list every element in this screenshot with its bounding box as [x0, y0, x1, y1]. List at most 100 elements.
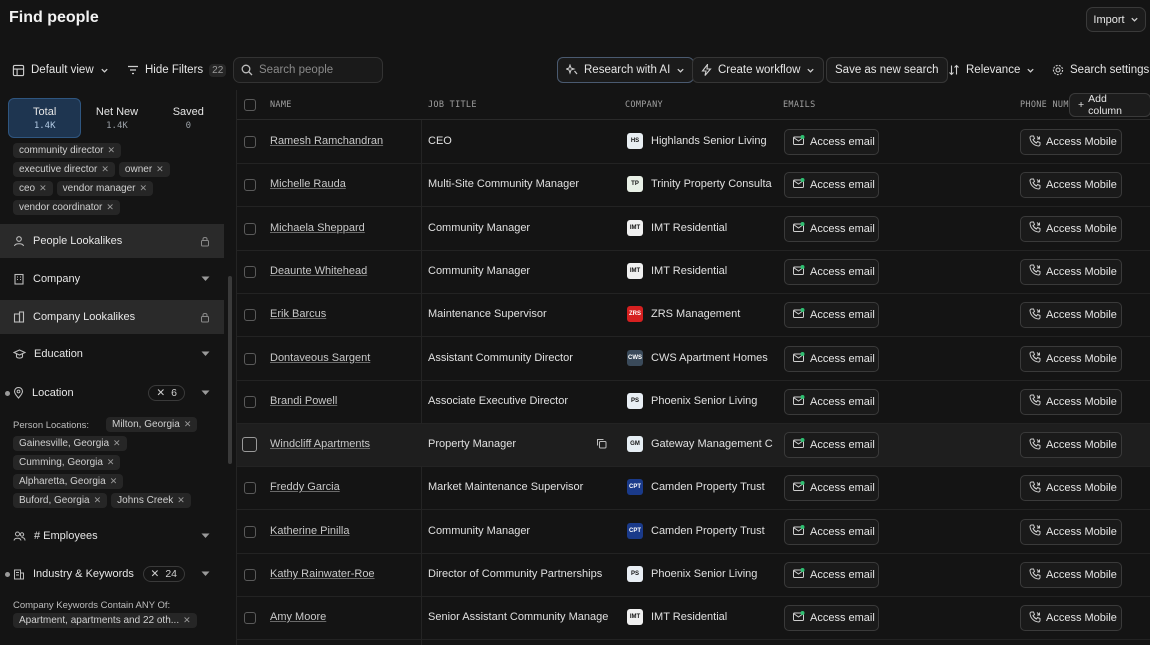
row-checkbox[interactable]	[244, 612, 256, 625]
location-count-pill[interactable]: ✕ 6	[148, 385, 185, 401]
access-email-button[interactable]: Access email	[784, 432, 879, 459]
row-checkbox[interactable]	[244, 569, 256, 581]
tab-saved[interactable]: Saved 0	[153, 98, 224, 138]
access-email-button[interactable]: Access email	[784, 345, 879, 372]
table-row[interactable]: Windcliff Apartments Property Manager GM…	[237, 424, 1150, 468]
person-name-link[interactable]: Michelle Rauda	[270, 178, 346, 190]
company-cell[interactable]: PS Phoenix Senior Living	[627, 566, 773, 582]
close-icon[interactable]: ✕	[183, 615, 191, 626]
table-row[interactable]: Michaela Sheppard Community Manager IMT …	[237, 208, 1150, 251]
table-row[interactable]: Kathy Rainwater-Roe Director of Communit…	[237, 554, 1150, 597]
access-mobile-button[interactable]: Access Mobile	[1020, 432, 1122, 459]
row-checkbox[interactable]	[244, 265, 256, 278]
close-icon[interactable]: ✕	[156, 164, 164, 175]
add-column-button[interactable]: + Add column	[1069, 93, 1150, 117]
person-name-link[interactable]: Kathy Rainwater-Roe	[270, 568, 375, 580]
close-icon[interactable]: ✕	[184, 419, 192, 430]
access-mobile-button[interactable]: Access Mobile	[1020, 172, 1122, 199]
section-people-lookalikes[interactable]: People Lookalikes	[0, 224, 224, 258]
filter-chip[interactable]: Apartment, apartments and 22 oth... ✕	[13, 613, 197, 628]
row-checkbox[interactable]	[244, 222, 256, 235]
person-name-link[interactable]: Dontaveous Sargent	[270, 352, 370, 364]
section-education[interactable]: Education	[0, 337, 224, 371]
company-cell[interactable]: CWS CWS Apartment Homes	[627, 349, 773, 366]
access-email-button[interactable]: Access email	[784, 518, 879, 545]
table-row[interactable]: Brandi Powell Associate Executive Direct…	[237, 381, 1150, 424]
section-company[interactable]: Company	[0, 262, 224, 296]
tab-total[interactable]: Total 1.4K	[8, 98, 82, 138]
person-name-link[interactable]: Deaunte Whitehead	[270, 265, 367, 277]
select-all-checkbox[interactable]	[244, 99, 256, 111]
access-email-button[interactable]: Access email	[784, 258, 879, 285]
default-view-dropdown[interactable]: Default view	[12, 56, 109, 84]
access-email-button[interactable]: Access email	[784, 562, 879, 588]
company-cell[interactable]: IMT IMT Residential	[627, 609, 773, 626]
table-row[interactable]: Dontaveous Sargent Assistant Community D…	[237, 338, 1150, 381]
section-location[interactable]: Location ✕ 6	[0, 376, 224, 410]
filter-chip[interactable]: ceo ✕	[13, 181, 53, 196]
close-icon[interactable]: ✕	[107, 145, 115, 156]
person-name-link[interactable]: Amy Moore	[270, 611, 326, 623]
company-cell[interactable]: IMT IMT Residential	[627, 219, 773, 236]
relevance-sort-dropdown[interactable]: Relevance	[948, 56, 1035, 84]
close-icon[interactable]: ✕	[107, 457, 115, 468]
table-row[interactable]: Katherine Pinilla Community Manager CPT …	[237, 511, 1150, 554]
person-name-link[interactable]: Erik Barcus	[270, 308, 326, 320]
search-settings-button[interactable]: Search settings	[1052, 56, 1149, 84]
tab-net-new[interactable]: Net New 1.4K	[81, 98, 152, 138]
person-name-link[interactable]: Windcliff Apartments	[270, 438, 370, 450]
column-name[interactable]: NAME	[270, 100, 292, 110]
close-icon[interactable]: ✕	[177, 495, 185, 506]
access-mobile-button[interactable]: Access Mobile	[1020, 518, 1122, 545]
table-row[interactable]: Erik Barcus Maintenance Supervisor ZRS Z…	[237, 294, 1150, 338]
access-mobile-button[interactable]: Access Mobile	[1020, 129, 1122, 155]
access-email-button[interactable]: Access email	[784, 302, 879, 329]
company-cell[interactable]: ZRS ZRS Management	[627, 306, 773, 323]
company-cell[interactable]: IMT IMT Residential	[627, 262, 773, 279]
access-mobile-button[interactable]: Access Mobile	[1020, 388, 1122, 415]
access-mobile-button[interactable]: Access Mobile	[1020, 302, 1122, 329]
table-row[interactable]: Amy Moore Senior Assistant Community Man…	[237, 597, 1150, 641]
row-checkbox[interactable]	[244, 136, 256, 148]
access-mobile-button[interactable]: Access Mobile	[1020, 345, 1122, 372]
access-mobile-button[interactable]: Access Mobile	[1020, 562, 1122, 588]
row-checkbox[interactable]	[244, 482, 256, 495]
research-with-ai-button[interactable]: Research with AI	[557, 57, 695, 83]
company-cell[interactable]: HS Highlands Senior Living	[627, 133, 773, 149]
filter-chip[interactable]: Cumming, Georgia ✕	[13, 455, 121, 470]
close-icon[interactable]: ✕	[113, 438, 121, 449]
person-name-link[interactable]: Brandi Powell	[270, 395, 337, 407]
company-cell[interactable]: TP Trinity Property Consulta	[627, 176, 773, 193]
close-icon[interactable]: ✕	[106, 202, 114, 213]
row-checkbox[interactable]	[242, 437, 257, 453]
hide-filters-button[interactable]: Hide Filters 22	[127, 56, 227, 84]
save-as-new-search-button[interactable]: Save as new search	[826, 57, 948, 83]
row-checkbox[interactable]	[244, 352, 256, 365]
filter-chip[interactable]: Alpharetta, Georgia ✕	[13, 474, 124, 489]
import-button[interactable]: Import	[1086, 7, 1146, 32]
access-mobile-button[interactable]: Access Mobile	[1020, 475, 1122, 502]
filter-chip[interactable]: Johns Creek ✕	[111, 493, 191, 508]
filter-chip[interactable]: vendor coordinator ✕	[13, 200, 120, 215]
access-mobile-button[interactable]: Access Mobile	[1020, 605, 1122, 632]
filter-chip[interactable]: Gainesville, Georgia ✕	[13, 436, 127, 451]
close-icon[interactable]: ✕	[140, 183, 148, 194]
column-phone[interactable]: PHONE NUM	[1020, 100, 1069, 110]
close-icon[interactable]: ✕	[110, 476, 118, 487]
row-checkbox[interactable]	[244, 179, 256, 192]
close-icon[interactable]: ✕	[94, 495, 102, 506]
company-cell[interactable]: GM Gateway Management C	[627, 436, 773, 453]
sidebar-scrollbar[interactable]	[228, 276, 232, 464]
person-name-link[interactable]: Freddy Garcia	[270, 481, 340, 493]
person-name-link[interactable]: Michaela Sheppard	[270, 222, 365, 234]
close-icon[interactable]: ✕	[39, 183, 47, 194]
column-emails[interactable]: EMAILS	[783, 100, 816, 110]
filter-chip[interactable]: community director ✕	[13, 143, 122, 158]
row-checkbox[interactable]	[244, 525, 256, 538]
access-mobile-button[interactable]: Access Mobile	[1020, 258, 1122, 285]
close-icon[interactable]: ✕	[101, 164, 109, 175]
access-email-button[interactable]: Access email	[784, 605, 879, 632]
filter-chip[interactable]: vendor manager ✕	[56, 181, 154, 196]
access-email-button[interactable]: Access email	[784, 129, 879, 155]
search-people-input[interactable]	[259, 64, 374, 76]
